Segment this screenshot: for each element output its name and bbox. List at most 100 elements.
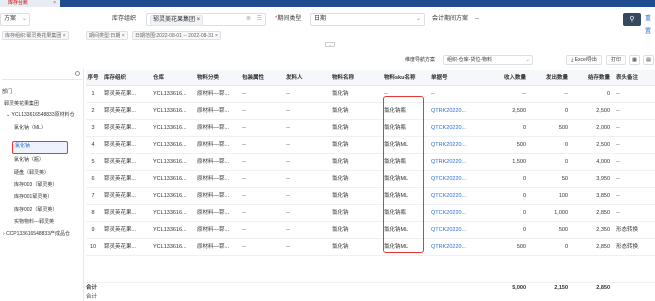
table-row[interactable]: 10 郓灵英花果... YCL133616... 原材料—郓... -- -- 氯化钠 氯化钠…	[86, 239, 655, 256]
table-cell[interactable]: QTCK20220...	[431, 120, 481, 136]
table-cell[interactable]: QTRK20220...	[431, 137, 481, 153]
table-cell[interactable]: QTCK20220...	[431, 188, 481, 204]
org-select[interactable]: 郓灵美花果集团 × ⊗ ☰	[146, 13, 266, 26]
tree-item-selected[interactable]: 氯化钠	[12, 141, 68, 154]
org-chip[interactable]: 郓灵美花果集团 ×	[150, 15, 204, 26]
table-cell[interactable]: QTCK20220...	[431, 205, 481, 221]
tree-item[interactable]: › CCP133616548833产成品仓	[3, 230, 70, 238]
close-icon[interactable]: ×	[53, 0, 56, 7]
search-button[interactable]: ⚲	[623, 13, 641, 26]
tree-item[interactable]: 氯化钠（瓶）	[14, 156, 44, 164]
nav-scheme-value: 组织-仓库-货位-物料	[447, 57, 492, 63]
table-cell: --	[242, 159, 246, 165]
table-row[interactable]: 1 郓灵英花果... YCL133616... 原材料—郓... -- -- 氯化钠 -- --…	[86, 86, 655, 103]
search-icon: ⚲	[629, 16, 635, 23]
export-label: Excel导出	[574, 57, 597, 63]
table-cell: --	[286, 193, 290, 199]
table-cell: --	[286, 91, 290, 97]
excel-export-button[interactable]: ⤓ Excel导出	[566, 55, 602, 65]
filter-tag-period-type[interactable]: 期间类型:日期 ×	[86, 31, 128, 40]
tree-item[interactable]: 硬盘（郓灵英）	[14, 169, 49, 177]
table-cell: 氯化钠ML	[384, 227, 409, 233]
table-cell: 500	[516, 244, 526, 250]
total-out: 2,150	[554, 285, 568, 291]
tree-item[interactable]: 库存001郓灵英）	[14, 193, 52, 201]
table-row[interactable]: 9 郓灵英花果... YCL133616... 原材料—郓... -- -- 氯化钠 氯化钠M…	[86, 222, 655, 239]
table-total-row-2: 合计	[86, 293, 655, 301]
table-cell: 3,850	[596, 193, 610, 199]
table-row[interactable]: 3 郓灵英花果... YCL133616... 原材料—郓... -- -- 氯化钠 氯化钠瓶…	[86, 120, 655, 137]
search-icon[interactable]	[75, 71, 80, 76]
tab-inventory-ledger[interactable]: 库存台账 ×	[0, 0, 60, 7]
table-row[interactable]: 6 郓灵英花果... YCL133616... 原材料—郓... -- -- 氯化钠 氯化钠M…	[86, 171, 655, 188]
list-icon[interactable]: ☰	[257, 14, 262, 25]
table-cell: 10	[89, 244, 97, 250]
tree-item[interactable]: ⌄ YCL133616548833原材料仓	[6, 111, 75, 119]
table-row[interactable]: 7 郓灵英花果... YCL133616... 原材料—郓... -- -- 氯化钠 氯化钠M…	[86, 188, 655, 205]
period-type-label: *期间类型	[275, 13, 301, 26]
settings-icon[interactable]: ▤	[643, 55, 654, 65]
table-cell: 郓灵英花果...	[104, 176, 137, 182]
tab-label: 库存台账	[8, 0, 29, 6]
table-cell: 氯化钠	[332, 193, 349, 199]
table-cell: 氯化钠	[332, 142, 349, 148]
table-cell[interactable]: QTRK20220...	[431, 239, 481, 255]
tree-item[interactable]: 郓灵英花果集团	[4, 100, 39, 108]
column-header: 物料名称	[332, 75, 355, 81]
print-button[interactable]: 打印	[606, 55, 626, 65]
calendar-icon[interactable]: ▦	[629, 55, 640, 65]
total-in: 5,000	[512, 285, 526, 291]
scheme-select[interactable]: 方案 ⌄	[0, 13, 30, 26]
table-cell: 3,950	[596, 176, 610, 182]
table-cell: 2,000	[596, 125, 610, 131]
tree-item[interactable]: 氯化钠（ML）	[14, 124, 46, 132]
clear-icon[interactable]: ⊗	[246, 14, 251, 25]
print-label: 打印	[610, 57, 621, 63]
table-cell: YCL133616...	[153, 159, 187, 165]
filter-tag-date-range[interactable]: 日期范围:2022-08-01 -- 2022-08-31 ×	[132, 31, 221, 40]
table-row[interactable]: 4 郓灵英花果... YCL133616... 原材料—郓... -- -- 氯化钠 氯化钠M…	[86, 137, 655, 154]
tree-item-label: YCL133616548833原材料仓	[11, 112, 75, 118]
table-cell: --	[286, 244, 290, 250]
table-cell: --	[616, 193, 620, 199]
column-header: 序号	[87, 75, 99, 81]
table-cell: 0	[564, 108, 568, 114]
table-cell: --	[522, 91, 526, 97]
filter-tag-org[interactable]: 库存组织:郓灵英花果集团 ×	[2, 31, 69, 40]
table-row[interactable]: 2 郓灵英花果... YCL133616... 原材料—郓... -- -- 氯化钠 氯化钠瓶…	[86, 103, 655, 120]
total-label: 合计	[86, 294, 98, 300]
period-type-select[interactable]: 日期 ⌄	[310, 13, 425, 26]
table-row[interactable]: 8 郓灵英花果... YCL133616... 原材料—郓... -- -- 氯化钠 氯化钠瓶…	[86, 205, 655, 222]
table-cell: --	[384, 91, 388, 97]
table-cell: 0	[522, 193, 526, 199]
table-cell: 9	[91, 227, 95, 233]
table-cell: 郓灵英花果...	[104, 125, 137, 131]
table-cell: --	[286, 125, 290, 131]
table-cell: 氯化钠	[332, 159, 349, 165]
table-cell: 郓灵英花果...	[104, 227, 137, 233]
table-cell: 0	[606, 91, 610, 97]
table-cell[interactable]: QTCK20220...	[431, 171, 481, 187]
table-cell[interactable]: QTRK20220...	[431, 154, 481, 170]
tree-search[interactable]	[2, 70, 82, 80]
table-cell: 2,500	[512, 108, 526, 114]
tree-item[interactable]: 库存002（郓灵英）	[14, 206, 57, 214]
collapse-handle[interactable]: ⌄	[325, 42, 335, 47]
tree-item[interactable]: 实物物料---郓灵英	[14, 218, 54, 226]
table-cell: --	[616, 176, 620, 182]
table-row[interactable]: 5 郓灵英花果... YCL133616... 原材料—郓... -- -- 氯化钠 氯化钠瓶…	[86, 154, 655, 171]
table-cell[interactable]: QTRK20220...	[431, 103, 481, 119]
tree-item[interactable]: 部门	[2, 88, 12, 96]
table-cell: 郓灵英花果...	[104, 159, 137, 165]
table-cell: 形态转换	[616, 227, 639, 233]
column-header: 仓库	[153, 75, 165, 81]
table-cell: 500	[558, 227, 568, 233]
table-cell: --	[286, 227, 290, 233]
table-cell: 1,500	[512, 159, 526, 165]
table-cell[interactable]: QTCK20220...	[431, 222, 481, 238]
table-cell: 郓灵英花果...	[104, 244, 137, 250]
column-header: 表头备注	[616, 75, 639, 81]
nav-scheme-select[interactable]: 组织-仓库-货位-物料 ⌄	[443, 55, 533, 65]
top-tab-bar: 库存台账 ×	[0, 0, 655, 7]
tree-item[interactable]: 库存003（郓灵英）	[14, 181, 57, 189]
